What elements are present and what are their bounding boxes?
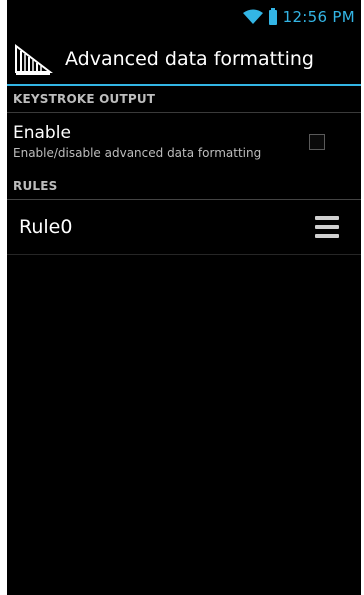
status-time: 12:56 PM: [282, 8, 355, 26]
enable-title: Enable: [13, 123, 71, 143]
status-bar: 12:56 PM: [7, 0, 361, 34]
enable-preference-text: Enable Enable/disable advanced data form…: [13, 123, 309, 161]
enable-checkbox[interactable]: [309, 134, 325, 150]
section-header-rules: RULES: [7, 173, 361, 200]
rule-label: Rule0: [19, 216, 73, 238]
page-title: Advanced data formatting: [65, 48, 314, 70]
rule-item[interactable]: Rule0: [7, 200, 361, 255]
section-header-keystroke-output: KEYSTROKE OUTPUT: [7, 86, 361, 113]
enable-summary: Enable/disable advanced data formatting: [13, 146, 262, 160]
action-bar: Advanced data formatting: [7, 34, 361, 86]
barcode-app-icon[interactable]: [13, 42, 53, 76]
wifi-icon: [242, 9, 263, 24]
battery-icon: [268, 7, 277, 25]
phone-screen: 12:56 PM Advanced data formatting KEYSTR…: [7, 0, 361, 595]
enable-preference[interactable]: Enable Enable/disable advanced data form…: [7, 113, 361, 165]
drag-handle-icon[interactable]: [315, 216, 339, 238]
